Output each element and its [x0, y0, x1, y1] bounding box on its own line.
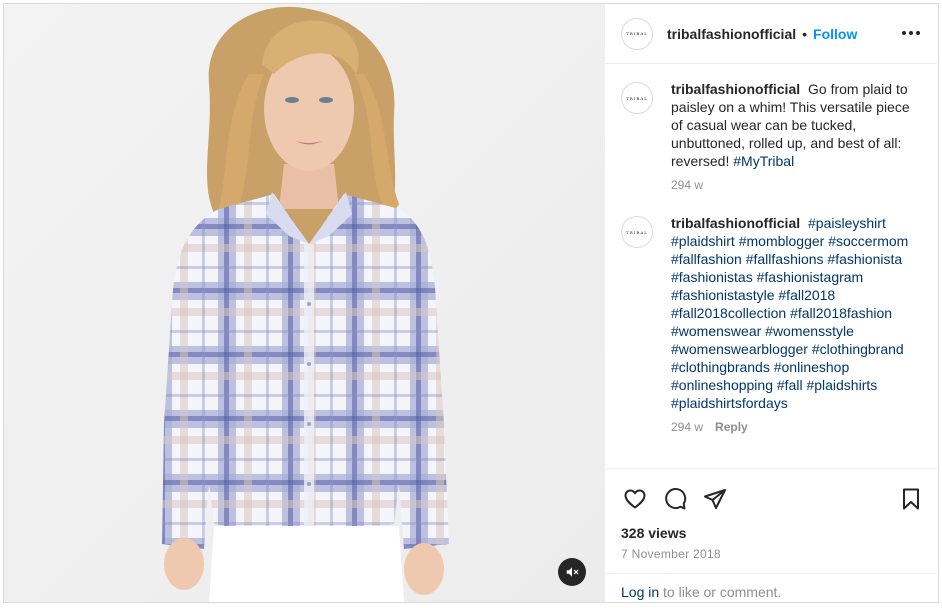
avatar[interactable]: TRIBAL	[621, 216, 653, 248]
view-count[interactable]: 328 views	[621, 525, 686, 541]
follow-button[interactable]: Follow	[813, 26, 857, 42]
post-media[interactable]	[4, 4, 604, 602]
post-side-panel: TRIBAL tribalfashionofficial • Follow TR…	[604, 4, 939, 602]
comment-button[interactable]	[655, 479, 695, 519]
caption-comment: TRIBAL tribalfashionofficial Go from pla…	[621, 80, 923, 192]
comment-body: tribalfashionofficial #paisleyshirt #pla…	[671, 214, 923, 434]
like-button[interactable]	[615, 479, 655, 519]
avatar[interactable]: TRIBAL	[621, 82, 653, 114]
comment-timestamp[interactable]: 294 w	[671, 178, 703, 192]
bookmark-icon	[903, 488, 919, 510]
comment-username-link[interactable]: tribalfashionofficial	[671, 215, 800, 231]
comment-text: tribalfashionofficial Go from plaid to p…	[671, 80, 923, 170]
comment-username-link[interactable]: tribalfashionofficial	[671, 81, 800, 97]
login-suffix-text: to like or comment.	[659, 584, 782, 600]
action-icons	[615, 479, 931, 519]
instagram-post: TRIBAL tribalfashionofficial • Follow TR…	[3, 3, 939, 603]
more-options-button[interactable]	[899, 23, 923, 43]
hashtag-links[interactable]: #paisleyshirt #plaidshirt #momblogger #s…	[671, 215, 908, 411]
comment-body: tribalfashionofficial Go from plaid to p…	[671, 80, 923, 192]
login-link[interactable]: Log in	[621, 584, 659, 600]
comment-meta: 294 w Reply	[671, 420, 923, 434]
header-username-link[interactable]: tribalfashionofficial	[667, 26, 796, 42]
mute-button[interactable]	[558, 558, 586, 586]
comment-timestamp[interactable]: 294 w	[671, 420, 703, 434]
reply-button[interactable]: Reply	[715, 420, 748, 434]
separator-dot: •	[802, 25, 808, 42]
post-date[interactable]: 7 November 2018	[621, 547, 721, 561]
post-actions: 328 views 7 November 2018 Log in to like…	[605, 468, 939, 602]
comments-list[interactable]: TRIBAL tribalfashionofficial Go from pla…	[605, 64, 939, 468]
more-options-icon	[902, 31, 920, 35]
login-prompt: Log in to like or comment.	[605, 573, 939, 603]
hashtag-link[interactable]: #MyTribal	[733, 153, 794, 169]
post-photo	[4, 4, 604, 602]
heart-icon	[624, 489, 646, 509]
share-button[interactable]	[695, 479, 735, 519]
hashtag-comment: TRIBAL tribalfashionofficial #paisleyshi…	[621, 214, 923, 434]
comment-meta: 294 w	[671, 178, 923, 192]
speaker-muted-icon	[566, 567, 579, 577]
avatar[interactable]: TRIBAL	[621, 17, 653, 50]
post-header: TRIBAL tribalfashionofficial • Follow	[605, 4, 939, 64]
save-button[interactable]	[891, 479, 931, 519]
comment-text: tribalfashionofficial #paisleyshirt #pla…	[671, 214, 923, 412]
comment-icon	[665, 488, 687, 510]
share-icon	[704, 489, 726, 509]
